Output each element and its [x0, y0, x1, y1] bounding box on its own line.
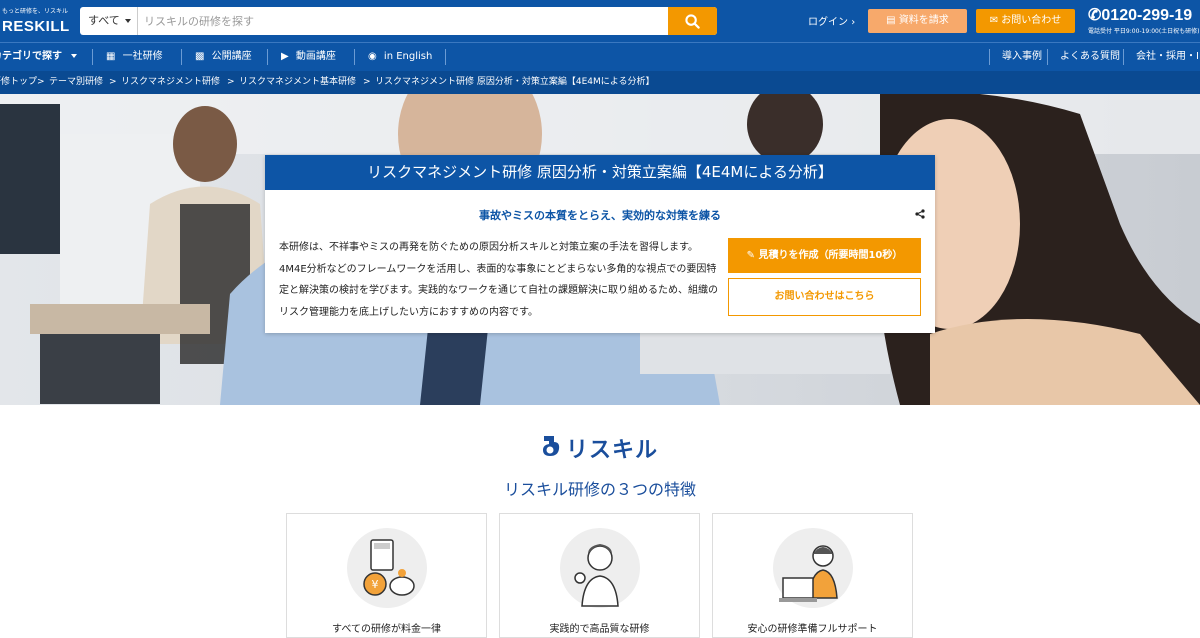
classroom-icon: ▦	[106, 51, 116, 62]
nav-item-english[interactable]: ◉ in English	[368, 43, 432, 71]
chevron-right-icon: ›	[851, 17, 856, 28]
site-logo[interactable]: もっと研修を、リスキル RESKILL	[0, 4, 72, 38]
breadcrumb-separator: >	[363, 77, 371, 87]
nav-divider	[267, 49, 268, 65]
login-label: ログイン	[808, 17, 848, 28]
feature-card: 実践的で高品質な研修	[499, 513, 700, 638]
phone-contact[interactable]: ✆0120-299-19 電話受付 平日9:00-19:00(土日祝も研修)	[1088, 5, 1200, 39]
svg-text:¥: ¥	[372, 578, 379, 591]
nav-divider	[989, 49, 990, 65]
nav-divider	[1047, 49, 1048, 65]
feature-label: 安心の研修準備フルサポート	[747, 624, 878, 635]
search-category-label: すべて	[88, 14, 120, 27]
play-icon: ▶	[281, 51, 289, 62]
calculator-piggybank-icon: ¥	[347, 528, 427, 608]
search-input[interactable]	[140, 7, 665, 35]
feature-card: 安心の研修準備フルサポート	[712, 513, 913, 638]
nav-divider	[181, 49, 182, 65]
reskill-mark-icon	[543, 436, 560, 456]
logo-tagline: もっと研修を、リスキル	[2, 8, 69, 15]
course-description: 本研修は、不祥事やミスの再発を防ぐための原因分析スキルと対策立案の手法を習得しま…	[279, 242, 718, 318]
search-category-select[interactable]: すべて	[80, 7, 138, 35]
search-button[interactable]	[668, 7, 717, 35]
breadcrumb-item[interactable]: リスクマネジメント基本研修	[239, 71, 356, 94]
top-header: もっと研修を、リスキル RESKILL すべて ログイン › ▤ 資料を請求 ✉…	[0, 0, 1200, 42]
feature-label: すべての研修が料金一律	[332, 624, 441, 635]
course-subtitle: 事故やミスの本質をとらえ、実効的な対策を練る	[479, 209, 721, 222]
breadcrumb-separator: >	[227, 77, 235, 87]
request-docs-label: 資料を請求	[898, 15, 949, 26]
nav-divider	[1123, 49, 1124, 65]
feature-card: ¥ すべての研修が料金一律	[286, 513, 487, 638]
nav-divider	[92, 49, 93, 65]
nav-divider	[445, 49, 446, 65]
document-icon: ▤	[886, 15, 896, 26]
contact-button[interactable]: ✉ お問い合わせ	[976, 9, 1075, 33]
nav-item-cases[interactable]: 導入事例	[1002, 43, 1042, 71]
nav-item-label: 一社研修	[122, 51, 163, 62]
brand-name: リスキル	[566, 438, 659, 463]
nav-item-video[interactable]: ▶ 動画講座	[281, 43, 336, 71]
nav-divider	[354, 49, 355, 65]
phone-hours: 電話受付 平日9:00-19:00(土日祝も研修)	[1088, 28, 1200, 35]
phone-icon: ✆	[1088, 7, 1102, 24]
nav-category-dropdown[interactable]: カテゴリで探す	[0, 43, 78, 71]
instructor-ok-icon	[560, 528, 640, 608]
breadcrumb-separator: >	[109, 77, 117, 87]
feature-label: 実践的で高品質な研修	[549, 624, 650, 635]
create-estimate-button[interactable]: ✎ 見積りを作成（所要時間10秒）	[728, 238, 921, 273]
chevron-down-icon	[125, 19, 131, 23]
search-bar: すべて	[80, 7, 717, 35]
mail-icon: ✉	[989, 15, 999, 26]
nav-item-label: 動画講座	[295, 51, 336, 62]
inquiry-button[interactable]: お問い合わせはこちら	[728, 278, 921, 316]
pencil-icon: ✎	[746, 250, 755, 261]
nav-category-label: カテゴリで探す	[0, 51, 62, 62]
reskill-brand-logo: リスキル	[540, 432, 660, 463]
breadcrumb-item[interactable]: テーマ別研修	[49, 71, 103, 94]
calendar-icon: ▩	[195, 51, 205, 62]
nav-item-label: 公開講座	[211, 51, 252, 62]
search-icon	[685, 14, 700, 29]
create-estimate-label: 見積りを作成（所要時間10秒）	[758, 250, 903, 261]
login-link[interactable]: ログイン ›	[808, 13, 855, 28]
course-title: リスクマネジメント研修 原因分析・対策立案編【4E4Mによる分析】	[265, 155, 935, 190]
share-icon[interactable]	[915, 209, 925, 219]
breadcrumb-separator: >	[37, 77, 45, 87]
nav-item-public[interactable]: ▩ 公開講座	[195, 43, 252, 71]
request-docs-button[interactable]: ▤ 資料を請求	[868, 9, 967, 33]
chevron-down-icon	[71, 54, 78, 58]
main-nav: カテゴリで探す ▦ 一社研修 ▩ 公開講座 ▶ 動画講座 ◉ in Englis…	[0, 42, 1200, 71]
nav-item-label: in English	[383, 51, 433, 62]
globe-icon: ◉	[368, 51, 377, 62]
course-summary-card: リスクマネジメント研修 原因分析・対策立案編【4E4Mによる分析】 事故やミスの…	[265, 155, 935, 333]
contact-label: お問い合わせ	[1001, 15, 1062, 26]
support-laptop-icon	[773, 528, 853, 608]
nav-item-company[interactable]: 会社・採用・IR	[1136, 43, 1200, 71]
nav-item-inhouse[interactable]: ▦ 一社研修	[106, 43, 163, 71]
logo-text: RESKILL	[2, 18, 70, 35]
breadcrumb: 研修トップ > テーマ別研修 > リスクマネジメント研修 > リスクマネジメント…	[0, 71, 1200, 94]
breadcrumb-current: リスクマネジメント研修 原因分析・対策立案編【4E4Mによる分析】	[375, 77, 655, 87]
breadcrumb-item[interactable]: 研修トップ	[0, 71, 37, 94]
features-title: リスキル研修の３つの特徴	[503, 480, 696, 499]
nav-item-faq[interactable]: よくある質問	[1060, 43, 1120, 71]
phone-number: 0120-299-19	[1101, 7, 1193, 24]
breadcrumb-item[interactable]: リスクマネジメント研修	[121, 71, 220, 94]
